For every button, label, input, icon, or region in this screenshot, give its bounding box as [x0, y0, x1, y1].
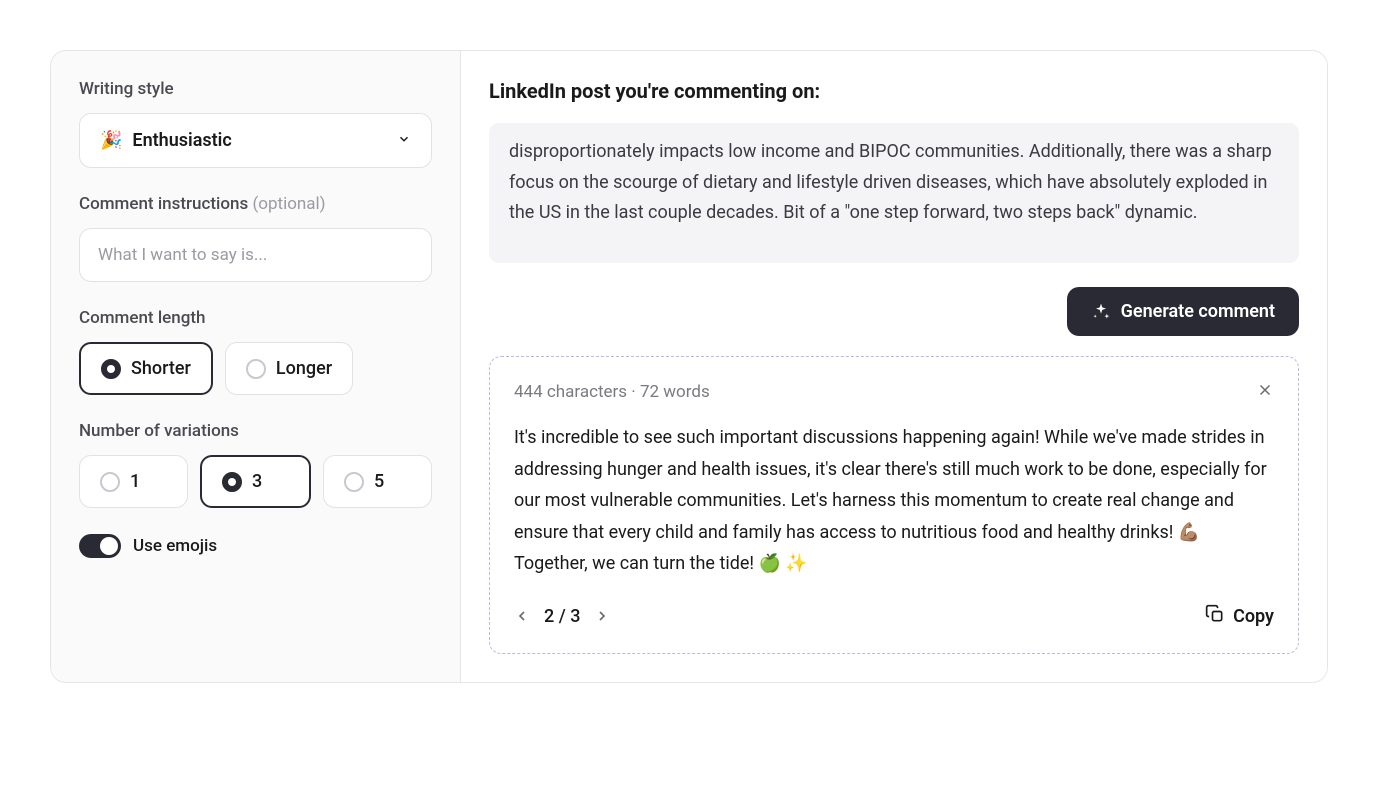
generate-button[interactable]: Generate comment	[1067, 287, 1299, 336]
dropdown-emoji: 🎉	[100, 130, 122, 151]
comment-instructions-label: Comment instructions (optional)	[79, 194, 432, 214]
radio-icon	[246, 359, 266, 379]
chevron-down-icon	[397, 131, 411, 150]
copy-icon	[1205, 604, 1225, 629]
copy-button[interactable]: Copy	[1205, 604, 1274, 629]
writing-style-dropdown[interactable]: 🎉 Enthusiastic	[79, 113, 432, 168]
app-container: Writing style 🎉 Enthusiastic Comment ins…	[50, 50, 1328, 683]
pagination: 2 / 3	[514, 606, 610, 627]
post-textarea[interactable]	[489, 123, 1299, 263]
radio-icon	[222, 472, 242, 492]
result-footer: 2 / 3 Copy	[514, 604, 1274, 629]
variations-label: Number of variations	[79, 421, 432, 441]
result-box: 444 characters · 72 words It's incredibl…	[489, 356, 1299, 654]
emoji-toggle-row: Use emojis	[79, 534, 432, 558]
prev-page-button[interactable]	[514, 608, 530, 624]
next-page-button[interactable]	[594, 608, 610, 624]
length-radio-group: Shorter Longer	[79, 342, 432, 395]
comment-length-label: Comment length	[79, 308, 432, 328]
dropdown-value: 🎉 Enthusiastic	[100, 130, 232, 151]
generate-row: Generate comment	[489, 287, 1299, 336]
comment-instructions-input[interactable]	[79, 228, 432, 282]
radio-icon	[100, 472, 120, 492]
emoji-toggle-label: Use emojis	[133, 536, 217, 556]
dropdown-text: Enthusiastic	[132, 130, 231, 151]
length-option-longer[interactable]: Longer	[225, 342, 353, 395]
optional-hint: (optional)	[252, 194, 325, 214]
post-header: LinkedIn post you're commenting on:	[489, 79, 1299, 103]
variations-radio-group: 1 3 5	[79, 455, 432, 508]
radio-icon	[344, 472, 364, 492]
close-button[interactable]	[1256, 381, 1274, 402]
sidebar: Writing style 🎉 Enthusiastic Comment ins…	[51, 51, 461, 682]
main-panel: LinkedIn post you're commenting on: Gene…	[461, 51, 1327, 682]
length-option-shorter[interactable]: Shorter	[79, 342, 213, 395]
page-indicator: 2 / 3	[544, 606, 580, 627]
variations-option-1[interactable]: 1	[79, 455, 188, 508]
variations-option-5[interactable]: 5	[323, 455, 432, 508]
variations-option-3[interactable]: 3	[200, 455, 311, 508]
result-text: It's incredible to see such important di…	[514, 422, 1274, 580]
writing-style-label: Writing style	[79, 79, 432, 99]
radio-icon	[101, 359, 121, 379]
result-header: 444 characters · 72 words	[514, 381, 1274, 402]
sparkle-icon	[1091, 302, 1111, 322]
result-meta: 444 characters · 72 words	[514, 382, 710, 402]
emoji-toggle[interactable]	[79, 534, 121, 558]
